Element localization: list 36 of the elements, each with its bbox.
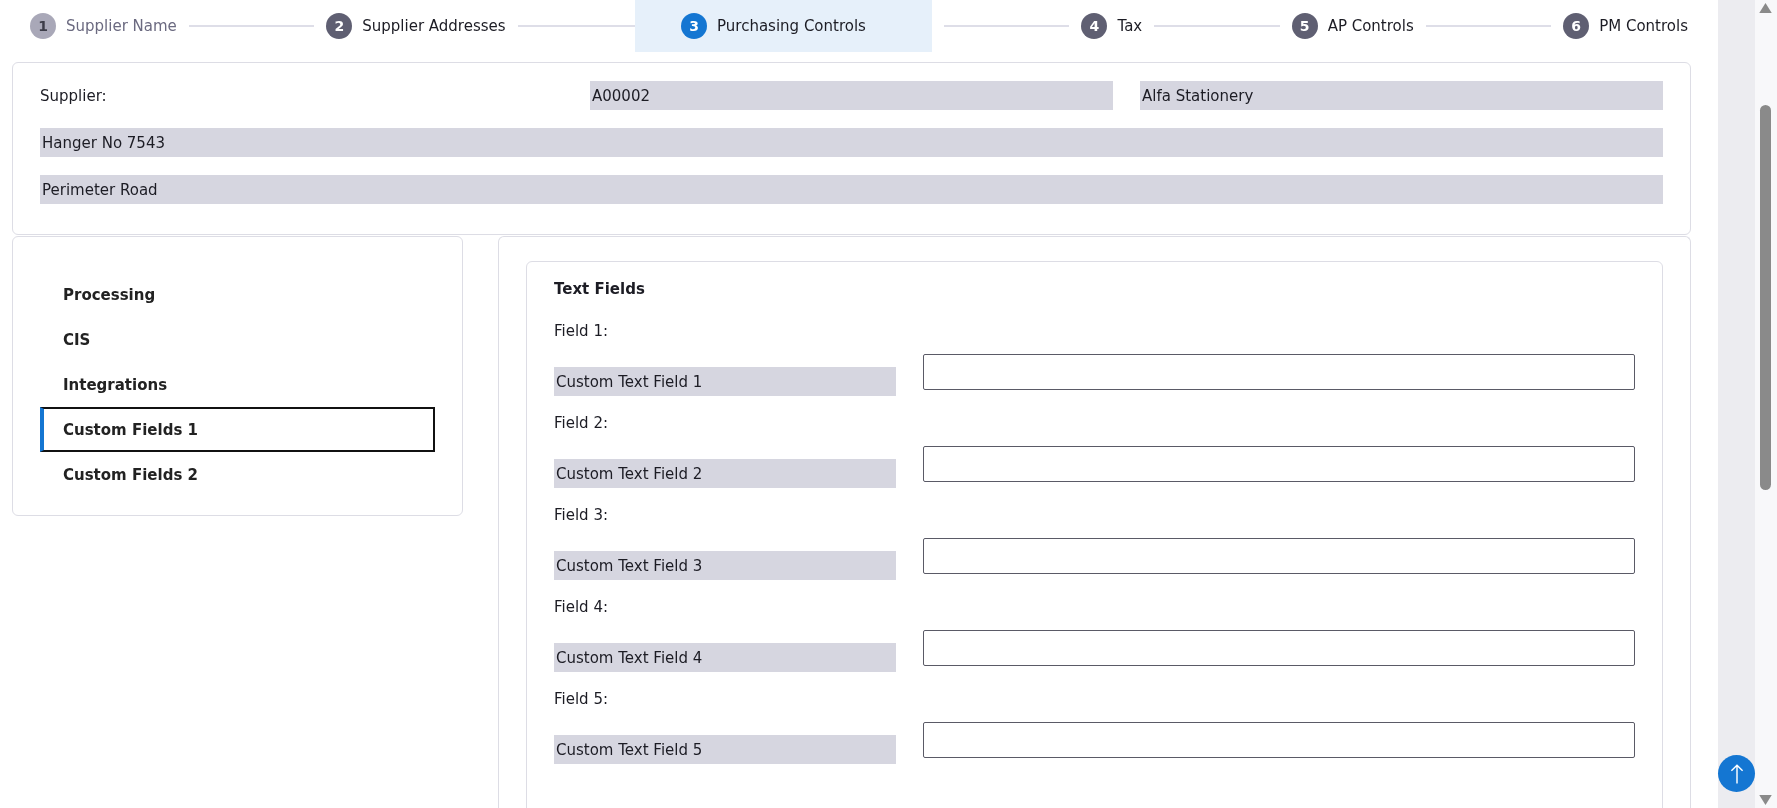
field-label: Field 3: [554, 506, 609, 526]
address-field: Hanger No 7543 [40, 128, 1663, 157]
text-input[interactable] [923, 538, 1635, 574]
field-name-display: Custom Text Field 1 [554, 367, 896, 396]
supplier-name-field: Alfa Stationery [1140, 81, 1663, 110]
nav-item[interactable]: Processing [40, 272, 435, 317]
step-tab[interactable]: 2 Supplier Addresses [326, 0, 506, 52]
scroll-down-icon[interactable] [1759, 795, 1772, 805]
step-tab[interactable]: 3 Purchasing Controls [635, 0, 933, 52]
text-input[interactable] [923, 630, 1635, 666]
text-input[interactable] [923, 446, 1635, 482]
supplier-code-field: A00002 [590, 81, 1113, 110]
field-label: Field 4: [554, 598, 609, 618]
nav-item[interactable]: Custom Fields 2 [40, 452, 435, 497]
scroll-up-icon[interactable] [1759, 3, 1772, 13]
step-tab[interactable]: 4 Tax [1081, 0, 1143, 52]
field-label: Field 5: [554, 690, 609, 710]
field-name-display: Custom Text Field 4 [554, 643, 896, 672]
step-tab[interactable]: 1 Supplier Name [30, 0, 177, 52]
field-label: Field 1: [554, 322, 609, 342]
field-name-display: Custom Text Field 2 [554, 459, 896, 488]
text-input[interactable] [923, 354, 1635, 390]
nav-item[interactable]: Integrations [40, 362, 435, 407]
nav-item[interactable]: Custom Fields 1 [40, 407, 435, 452]
scrollbar-thumb[interactable] [1760, 105, 1771, 490]
field-name-display: Custom Text Field 3 [554, 551, 896, 580]
step-tab[interactable]: 6 PM Controls [1563, 0, 1688, 52]
text-input[interactable] [923, 722, 1635, 758]
address-field: Perimeter Road [40, 175, 1663, 204]
nav-item[interactable]: CIS [40, 317, 435, 362]
field-label: Field 2: [554, 414, 609, 434]
field-name-display: Custom Text Field 5 [554, 735, 896, 764]
step-tab[interactable]: 5 AP Controls [1291, 0, 1414, 52]
supplier-label: Supplier: [40, 86, 108, 105]
section-title: Text Fields [554, 280, 646, 300]
scrollbar[interactable] [1718, 0, 1777, 808]
